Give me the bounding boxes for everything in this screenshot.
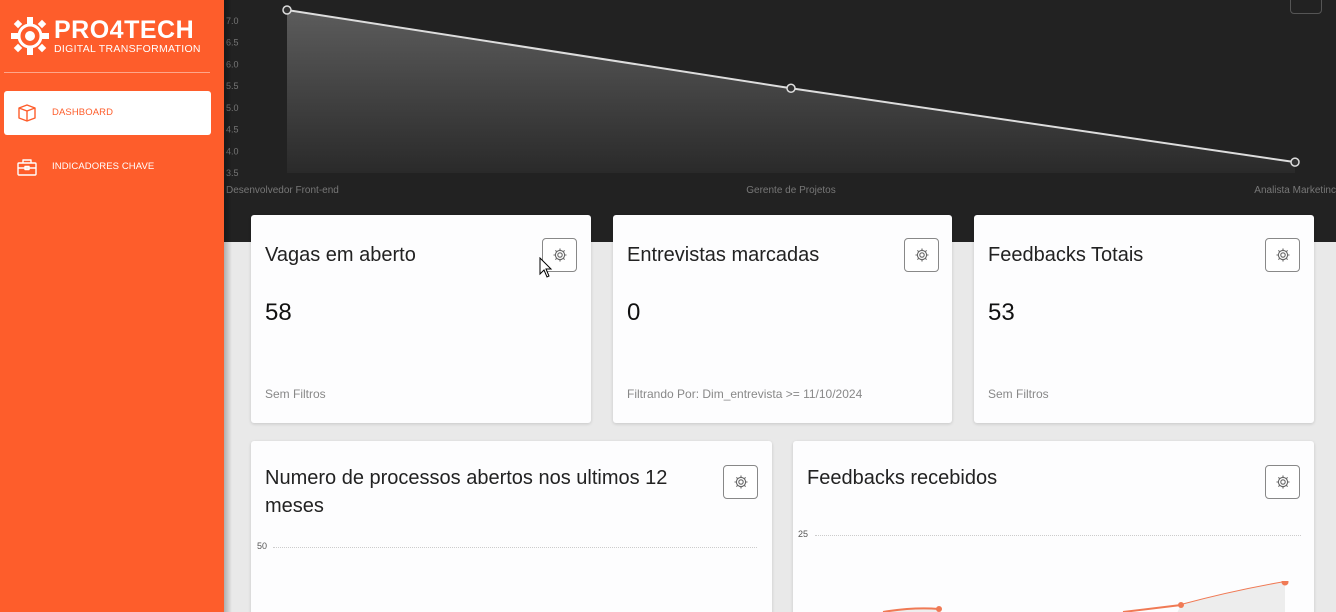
gear-icon bbox=[915, 248, 929, 262]
hero-data-point[interactable] bbox=[1290, 157, 1300, 167]
card-title: Numero de processos abertos nos ultimos … bbox=[265, 467, 668, 517]
card-title: Feedbacks Totais bbox=[988, 244, 1144, 266]
hero-area-chart: 7.06.56.05.55.04.54.03.5Desenvolvedor Fr… bbox=[226, 5, 1336, 196]
feedbacks-chart-card: Feedbacks recebidos 25 bbox=[793, 441, 1314, 612]
x-axis-tick: Gerente de Projetos bbox=[746, 185, 836, 196]
gridline bbox=[273, 547, 757, 548]
processos-chart-card: Numero de processos abertos nos ultimos … bbox=[251, 441, 772, 612]
hero-settings-button[interactable] bbox=[1290, 0, 1322, 14]
card-title: Feedbacks recebidos bbox=[807, 467, 998, 489]
sidebar-item-label: DASHBOARD bbox=[52, 107, 114, 118]
card-settings-button[interactable] bbox=[904, 238, 939, 272]
gear-icon bbox=[1276, 248, 1290, 262]
card-settings-button[interactable] bbox=[1265, 238, 1300, 272]
y-axis-tick: 25 bbox=[798, 529, 809, 539]
briefcase-icon bbox=[17, 159, 37, 176]
x-axis-tick: Desenvolvedor Front-end bbox=[226, 185, 339, 196]
gridline bbox=[815, 535, 1301, 536]
sidebar-divider bbox=[4, 72, 210, 73]
feedbacks-point bbox=[936, 606, 942, 612]
card-value: 58 bbox=[265, 299, 292, 326]
card-settings-button[interactable] bbox=[1265, 465, 1300, 499]
gear-icon bbox=[553, 248, 567, 262]
card-settings-button[interactable] bbox=[723, 465, 758, 499]
feedbacks-line-chart bbox=[882, 581, 1289, 612]
gear-logo-icon bbox=[11, 17, 49, 55]
hero-data-point[interactable] bbox=[282, 5, 292, 15]
card-title: Vagas em aberto bbox=[265, 244, 416, 266]
brand: PRO4TECH DIGITAL TRANSFORMATION bbox=[10, 14, 210, 62]
box-icon bbox=[18, 104, 36, 122]
card-filter-text: Sem Filtros bbox=[265, 387, 326, 401]
x-axis-tick: Analista Marketinc bbox=[1254, 185, 1336, 196]
card-filter-text: Sem Filtros bbox=[988, 387, 1049, 401]
sidebar-item-label: INDICADORES CHAVE bbox=[52, 161, 155, 172]
mouse-cursor-icon bbox=[539, 257, 553, 278]
card-value: 0 bbox=[627, 299, 641, 326]
kpi-card-feedbacks: Feedbacks Totais 53 Sem Filtros bbox=[974, 215, 1314, 423]
main-content: 7.0 6.5 6.0 5.5 5.0 4.5 4.0 3.5 Desenvolvedor Fr… bbox=[224, 0, 1336, 612]
brand-subtitle: DIGITAL TRANSFORMATION bbox=[54, 43, 201, 55]
sidebar-shadow bbox=[224, 0, 232, 612]
kpi-card-entrevistas: Entrevistas marcadas 0 Filtrando Por: Di… bbox=[613, 215, 952, 423]
gear-icon bbox=[734, 475, 748, 489]
hero-chart-panel: 7.0 6.5 6.0 5.5 5.0 4.5 4.0 3.5 Desenvolvedor Fr… bbox=[224, 0, 1336, 242]
gear-icon bbox=[1276, 475, 1290, 489]
hero-data-point[interactable] bbox=[786, 83, 796, 93]
sidebar-item-dashboard[interactable]: DASHBOARD bbox=[4, 91, 211, 135]
card-filter-text: Filtrando Por: Dim_entrevista >= 11/10/2… bbox=[627, 387, 863, 401]
y-axis-tick: 50 bbox=[257, 541, 268, 551]
kpi-card-vagas: Vagas em aberto 58 Sem Filtros bbox=[251, 215, 591, 423]
sidebar: PRO4TECH DIGITAL TRANSFORMATION DASHBOAR… bbox=[0, 0, 224, 612]
sidebar-item-indicadores-chave[interactable]: INDICADORES CHAVE bbox=[4, 145, 211, 189]
feedbacks-point bbox=[1178, 602, 1184, 608]
brand-title: PRO4TECH bbox=[54, 16, 195, 44]
card-title: Entrevistas marcadas bbox=[627, 244, 820, 266]
card-value: 53 bbox=[988, 299, 1015, 326]
